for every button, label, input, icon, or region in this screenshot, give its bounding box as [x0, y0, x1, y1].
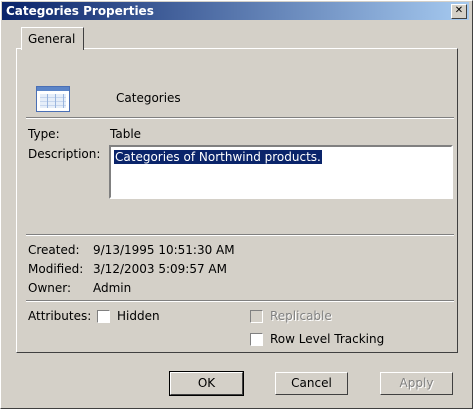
- divider-top: [26, 117, 454, 119]
- owner-value: Admin: [93, 281, 132, 295]
- ok-button[interactable]: OK: [169, 371, 244, 396]
- modified-label: Modified:: [28, 262, 84, 276]
- description-label: Description:: [28, 147, 101, 161]
- row-level-tracking-checkbox[interactable]: [250, 333, 263, 346]
- replicable-checkbox: [250, 310, 263, 323]
- cancel-button[interactable]: Cancel: [275, 372, 348, 395]
- object-name: Categories: [116, 91, 181, 105]
- owner-label: Owner:: [28, 281, 72, 295]
- title-bar[interactable]: Categories Properties ✕: [2, 2, 469, 20]
- type-label: Type:: [28, 127, 60, 141]
- description-text: Categories of Northwind products.: [114, 150, 322, 164]
- hidden-checkbox[interactable]: [97, 310, 110, 323]
- created-label: Created:: [28, 243, 80, 257]
- row-level-tracking-label: Row Level Tracking: [270, 332, 385, 346]
- description-field[interactable]: Categories of Northwind products.: [109, 145, 453, 199]
- hidden-label: Hidden: [117, 309, 160, 323]
- type-value: Table: [110, 127, 142, 141]
- close-icon: ✕: [454, 5, 464, 16]
- close-button[interactable]: ✕: [451, 4, 467, 19]
- divider-bottom: [26, 300, 454, 302]
- modified-value: 3/12/2003 5:09:57 AM: [93, 262, 227, 276]
- table-icon: [36, 86, 70, 112]
- dialog-title: Categories Properties: [6, 4, 154, 18]
- tab-general[interactable]: General: [21, 27, 84, 50]
- created-value: 9/13/1995 10:51:30 AM: [93, 243, 235, 257]
- attributes-label: Attributes:: [28, 309, 92, 323]
- tab-general-label: General: [28, 32, 76, 46]
- divider-middle: [26, 234, 454, 236]
- replicable-label: Replicable: [270, 309, 332, 323]
- apply-button: Apply: [380, 372, 453, 395]
- general-panel: [16, 48, 458, 353]
